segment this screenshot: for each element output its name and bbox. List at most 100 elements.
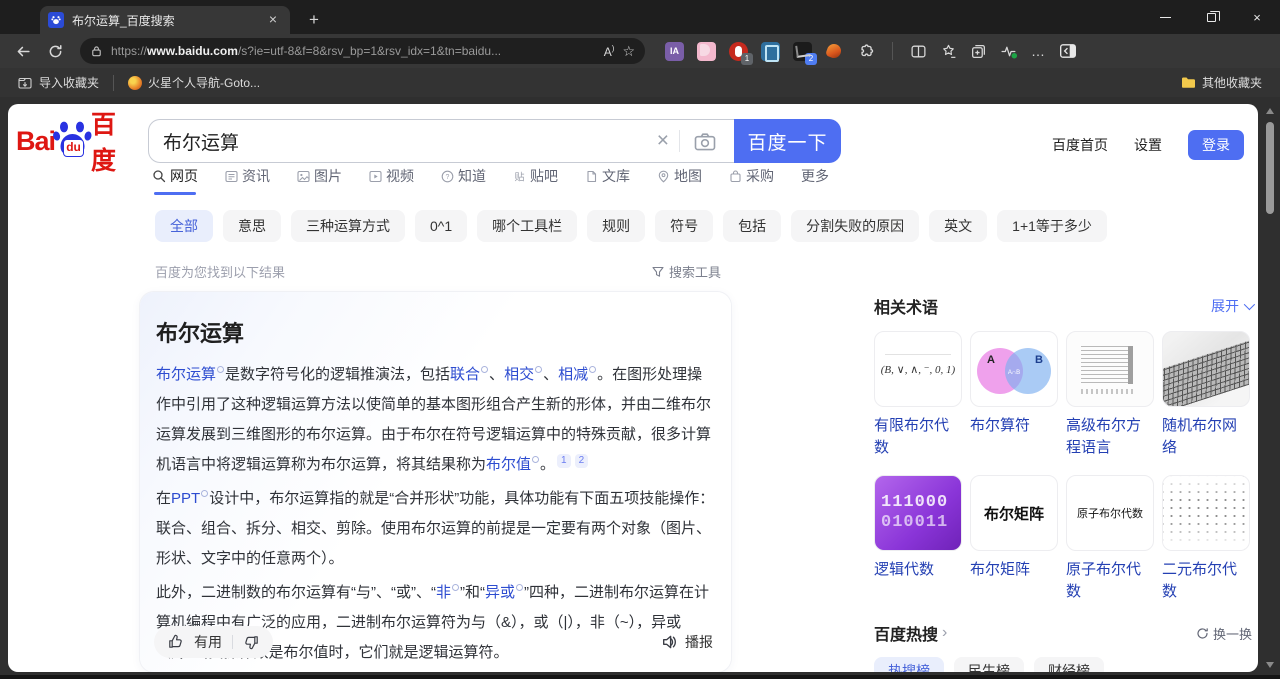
related-term-label[interactable]: 高级布尔方程语言	[1066, 415, 1154, 459]
new-tab-button[interactable]: +	[302, 8, 326, 32]
citation-sup[interactable]: 2	[575, 454, 589, 468]
refresh-hot-button[interactable]: 换一换	[1196, 624, 1252, 643]
page-scrollbar[interactable]	[1263, 104, 1277, 672]
restore-button[interactable]	[1188, 0, 1234, 34]
more-menu-icon[interactable]: …	[1031, 43, 1046, 59]
tab-close-button[interactable]: ×	[264, 11, 282, 29]
nav-item-more[interactable]: 更多	[801, 166, 829, 195]
settings-link[interactable]: 设置	[1134, 135, 1162, 155]
nav-item-zhidao[interactable]: ? 知道	[441, 166, 486, 195]
dark-extension-icon[interactable]: 2	[793, 42, 812, 61]
nav-item-caigou[interactable]: 采购	[729, 166, 774, 195]
inline-link[interactable]: PPT	[171, 490, 200, 507]
baidu-home-link[interactable]: 百度首页	[1052, 135, 1108, 155]
thumbs-up-icon[interactable]	[168, 634, 184, 650]
baidu-logo[interactable]: Bai du 百度	[16, 118, 141, 164]
pink-extension-icon[interactable]	[697, 42, 716, 61]
broadcast-button[interactable]: 播报	[662, 632, 713, 652]
baike-ref-icon[interactable]	[589, 366, 596, 373]
nav-item-wenku[interactable]: 文库	[585, 166, 630, 195]
chip-all[interactable]: 全部	[155, 210, 213, 242]
related-term-label[interactable]: 有限布尔代数	[874, 415, 962, 459]
search-button[interactable]: 百度一下	[734, 119, 841, 163]
related-term-item[interactable]: 二元布尔代数	[1162, 475, 1250, 603]
blue-extension-icon[interactable]	[761, 42, 780, 61]
collections-icon[interactable]	[970, 43, 987, 60]
thumbs-down-icon[interactable]	[243, 634, 259, 650]
camera-search-icon[interactable]	[680, 132, 720, 151]
inline-link[interactable]: 异或	[485, 584, 515, 601]
baike-ref-icon[interactable]	[481, 366, 488, 373]
related-term-label[interactable]: 随机布尔网络	[1162, 415, 1250, 459]
orange-extension-icon[interactable]	[825, 42, 844, 61]
related-term-label[interactable]: 逻辑代数	[874, 559, 962, 581]
browser-essentials-icon[interactable]	[1000, 43, 1018, 60]
baike-ref-icon[interactable]	[201, 490, 208, 497]
related-term-item[interactable]: 布尔矩阵 布尔矩阵	[970, 475, 1058, 603]
related-term-label[interactable]: 原子布尔代数	[1066, 559, 1154, 603]
scroll-down-arrow-icon[interactable]	[1266, 662, 1274, 668]
related-term-item[interactable]: 高级布尔方程语言	[1066, 331, 1154, 459]
chip[interactable]: 1+1等于多少	[997, 210, 1107, 242]
inline-link[interactable]: 联合	[450, 366, 480, 383]
sidebar-toggle-icon[interactable]	[1059, 42, 1077, 60]
hot-tab[interactable]: 民生榜	[954, 657, 1024, 672]
baike-ref-icon[interactable]	[532, 456, 539, 463]
chip[interactable]: 0^1	[415, 210, 467, 242]
chip[interactable]: 三种运算方式	[291, 210, 405, 242]
chip[interactable]: 哪个工具栏	[477, 210, 577, 242]
nav-item-news[interactable]: 资讯	[225, 166, 270, 195]
baike-ref-icon[interactable]	[516, 584, 523, 591]
ia-extension-icon[interactable]: IA	[665, 42, 684, 61]
baike-ref-icon[interactable]	[535, 366, 542, 373]
chip[interactable]: 英文	[929, 210, 987, 242]
other-favorites-item[interactable]: 其他收藏夹	[1175, 71, 1268, 94]
related-term-item[interactable]: 随机布尔网络	[1162, 331, 1250, 459]
related-term-item[interactable]: (B, ∨, ∧, ⁻, 0, 1) 有限布尔代数	[874, 331, 962, 459]
search-input[interactable]	[163, 130, 651, 152]
read-aloud-icon[interactable]: A)	[604, 44, 615, 59]
minimize-button[interactable]	[1142, 0, 1188, 34]
chip[interactable]: 分割失败的原因	[791, 210, 919, 242]
inline-link[interactable]: 非	[436, 584, 451, 601]
nav-item-map[interactable]: 地图	[657, 166, 702, 195]
inline-link[interactable]: 相减	[558, 366, 588, 383]
search-tools-button[interactable]: 搜索工具	[652, 262, 721, 281]
inline-link[interactable]: 相交	[504, 366, 534, 383]
inline-link[interactable]: 布尔运算	[156, 366, 216, 383]
chip[interactable]: 意思	[223, 210, 281, 242]
clear-search-icon[interactable]: ×	[651, 129, 679, 153]
favorites-hub-icon[interactable]	[940, 43, 957, 60]
refresh-button[interactable]	[42, 38, 68, 64]
scroll-up-arrow-icon[interactable]	[1266, 108, 1274, 114]
close-button[interactable]: ×	[1234, 0, 1280, 34]
login-button[interactable]: 登录	[1188, 130, 1244, 160]
nav-item-tieba[interactable]: 贴 贴吧	[513, 166, 558, 195]
related-term-item[interactable]: A B A∩B 布尔算符	[970, 331, 1058, 459]
scrollbar-thumb[interactable]	[1266, 122, 1274, 214]
hot-tab[interactable]: 热搜榜	[874, 657, 944, 672]
useful-label[interactable]: 有用	[194, 632, 222, 652]
nav-item-images[interactable]: 图片	[297, 166, 342, 195]
favorite-star-icon[interactable]: ☆	[622, 43, 635, 60]
browser-tab[interactable]: 布尔运算_百度搜索 ×	[40, 6, 290, 34]
bookmark-mars-item[interactable]: 火星个人导航-Goto...	[122, 71, 266, 94]
chip[interactable]: 包括	[723, 210, 781, 242]
related-term-label[interactable]: 布尔矩阵	[970, 559, 1058, 581]
baike-ref-icon[interactable]	[217, 366, 224, 373]
related-term-label[interactable]: 布尔算符	[970, 415, 1058, 437]
inline-link[interactable]: 布尔值	[486, 456, 531, 473]
chip[interactable]: 规则	[587, 210, 645, 242]
import-favorites-item[interactable]: 导入收藏夹	[12, 71, 105, 94]
address-bar[interactable]: https://www.baidu.com/s?ie=utf-8&f=8&rsv…	[80, 38, 645, 64]
back-button[interactable]	[10, 38, 36, 64]
expand-button[interactable]: 展开	[1211, 296, 1252, 316]
extensions-puzzle-icon[interactable]	[857, 42, 875, 60]
related-term-label[interactable]: 二元布尔代数	[1162, 559, 1250, 603]
related-term-item[interactable]: 原子布尔代数 原子布尔代数	[1066, 475, 1154, 603]
red-extension-icon[interactable]: 1	[729, 42, 748, 61]
search-box[interactable]: ×	[148, 119, 734, 163]
citation-sup[interactable]: 1	[557, 454, 571, 468]
hot-tab[interactable]: 财经榜	[1034, 657, 1104, 672]
baike-ref-icon[interactable]	[452, 584, 459, 591]
